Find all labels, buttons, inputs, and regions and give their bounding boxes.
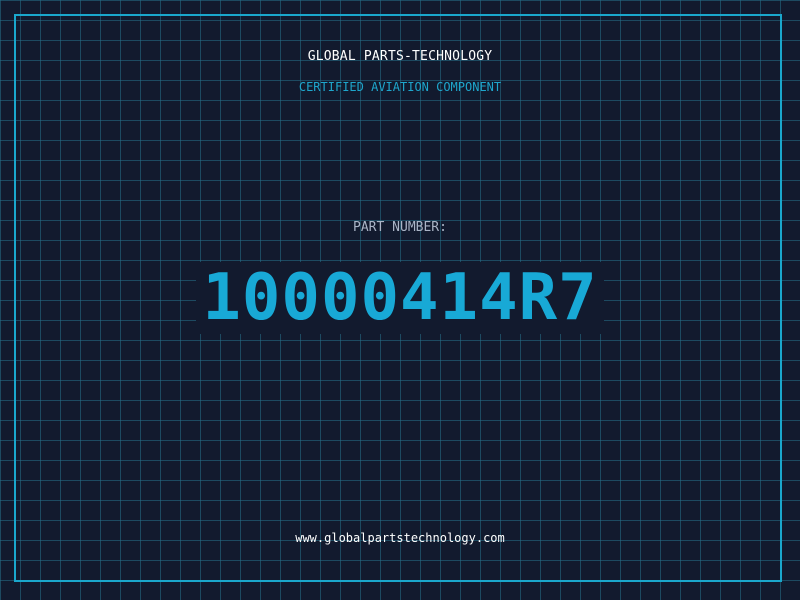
certification-subtitle: CERTIFIED AVIATION COMPONENT xyxy=(298,80,502,94)
label-card: GLOBAL PARTS-TECHNOLOGY CERTIFIED AVIATI… xyxy=(0,0,800,600)
part-number-value: 10000414R7 xyxy=(196,262,604,334)
company-name: GLOBAL PARTS-TECHNOLOGY xyxy=(307,49,493,64)
website-url: www.globalpartstechnology.com xyxy=(295,531,505,545)
part-number-container: 10000414R7 xyxy=(0,262,800,334)
part-number-label: PART NUMBER: xyxy=(353,220,447,235)
